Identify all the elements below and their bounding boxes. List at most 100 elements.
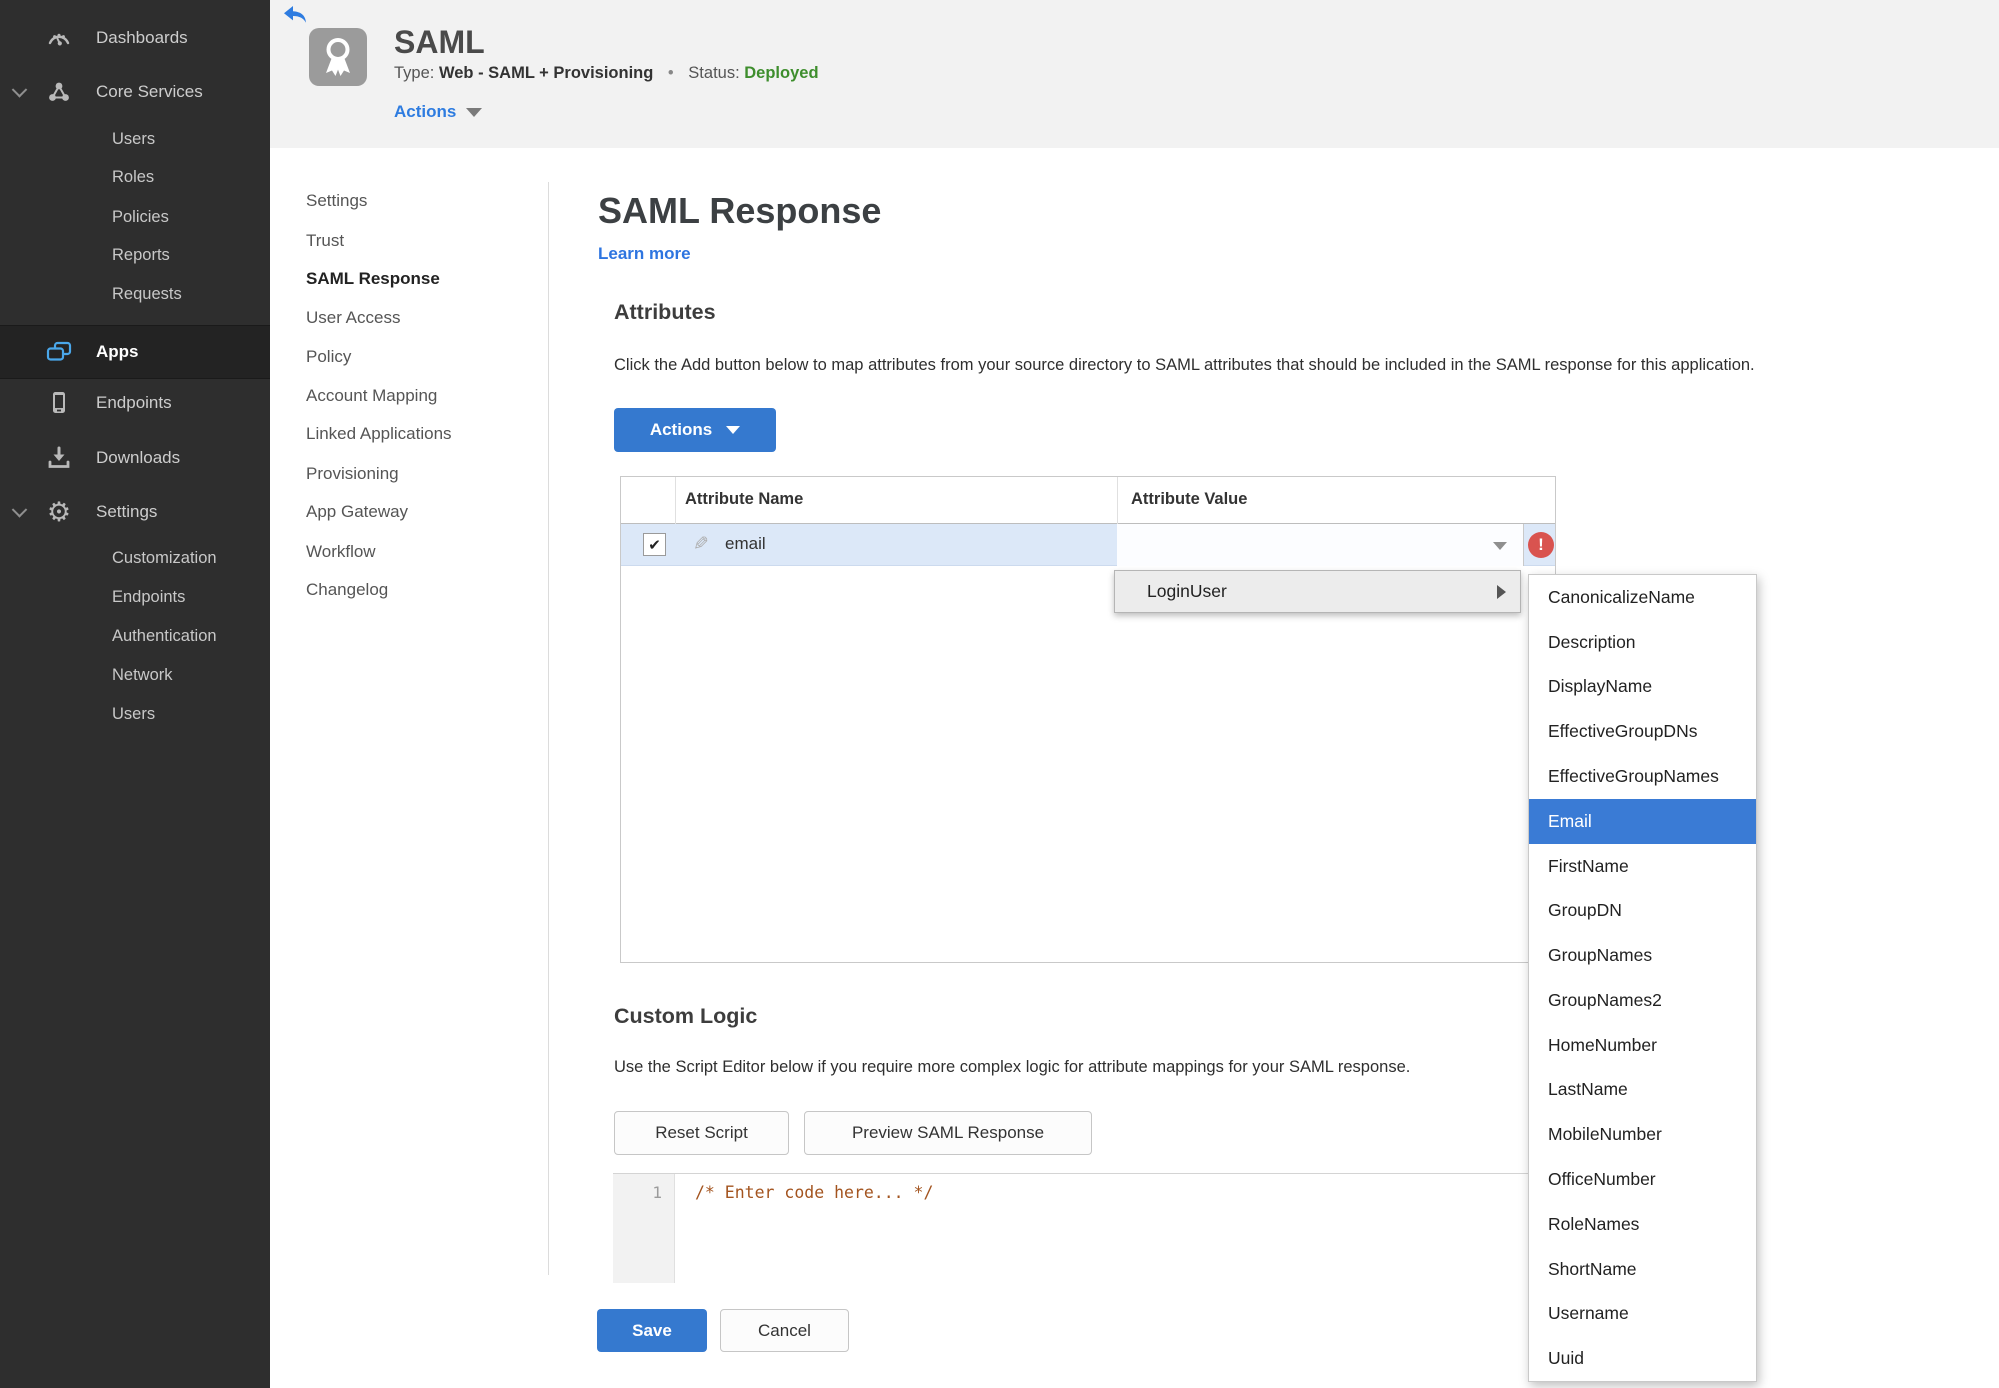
subnav-item-linked-applications[interactable]: Linked Applications xyxy=(306,424,452,450)
subnav-item-policy[interactable]: Policy xyxy=(306,347,351,373)
menu-item-label: LoginUser xyxy=(1147,581,1227,601)
sidebar-item-downloads[interactable]: Downloads xyxy=(0,434,270,482)
submenu-item-shortname[interactable]: ShortName xyxy=(1529,1247,1756,1292)
sidebar-item-label: Downloads xyxy=(96,448,181,467)
learn-more-link[interactable]: Learn more xyxy=(598,244,691,264)
sidebar-item-label: Roles xyxy=(112,167,155,186)
submenu-item-groupnames2[interactable]: GroupNames2 xyxy=(1529,978,1756,1023)
sidebar-item-apps[interactable]: Apps xyxy=(0,325,270,379)
reset-script-button[interactable]: Reset Script xyxy=(614,1111,789,1155)
sidebar-item-core-services[interactable]: Core Services xyxy=(0,68,270,116)
page-title: SAML Response xyxy=(598,190,882,231)
saml-app-icon xyxy=(309,28,367,86)
table-header-row: Attribute Name Attribute Value xyxy=(621,477,1555,524)
editor-gutter: 1 xyxy=(613,1174,675,1283)
subnav-divider xyxy=(548,182,549,1275)
error-icon: ! xyxy=(1528,532,1554,558)
custom-logic-description: Use the Script Editor below if you requi… xyxy=(614,1058,1411,1076)
script-editor[interactable]: 1 /* Enter code here... */ xyxy=(613,1173,1556,1283)
sidebar-item-settings[interactable]: ⚙ Settings xyxy=(0,488,270,536)
submenu-item-homenumber[interactable]: HomeNumber xyxy=(1529,1023,1756,1068)
attributes-table: Attribute Name Attribute Value ✔ ✎ email… xyxy=(620,476,1556,963)
check-icon: ✔ xyxy=(648,536,661,554)
subnav-item-user-access[interactable]: User Access xyxy=(306,308,400,334)
back-arrow-icon[interactable] xyxy=(283,5,307,25)
actions-button-label: Actions xyxy=(649,420,713,439)
sidebar-item-label: Policies xyxy=(112,207,169,226)
submenu-item-firstname[interactable]: FirstName xyxy=(1529,844,1756,889)
dropdown-menu-loginuser[interactable]: LoginUser xyxy=(1114,570,1521,613)
submenu-item-rolenames[interactable]: RoleNames xyxy=(1529,1202,1756,1247)
status-value: Deployed xyxy=(744,64,819,82)
submenu-item-displayname[interactable]: DisplayName xyxy=(1529,665,1756,710)
download-icon xyxy=(44,443,74,473)
submenu-item-officenumber[interactable]: OfficeNumber xyxy=(1529,1157,1756,1202)
submenu-item-email-selected[interactable]: Email xyxy=(1529,798,1756,844)
sidebar-item-label: Apps xyxy=(96,342,139,361)
submenu-item-uuid[interactable]: Uuid xyxy=(1529,1336,1756,1381)
main-sidebar: Dashboards Core Services Users Roles Pol… xyxy=(0,0,270,1388)
sidebar-item-endpoints[interactable]: Endpoints xyxy=(0,379,270,427)
submenu-item-effectivegroupdns[interactable]: EffectiveGroupDNs xyxy=(1529,709,1756,754)
attribute-value-dropdown[interactable] xyxy=(1117,524,1524,566)
core-services-icon xyxy=(44,77,74,107)
sidebar-item-label: Core Services xyxy=(96,82,203,101)
submenu-item-canonicalizename[interactable]: CanonicalizeName xyxy=(1529,575,1756,620)
sidebar-item-settings-users[interactable]: Users xyxy=(0,695,270,733)
preview-saml-response-button[interactable]: Preview SAML Response xyxy=(804,1111,1092,1155)
sidebar-item-label: Dashboards xyxy=(96,28,188,47)
sidebar-item-requests[interactable]: Requests xyxy=(0,275,270,313)
subnav-item-trust[interactable]: Trust xyxy=(306,231,344,257)
submenu-item-description[interactable]: Description xyxy=(1529,620,1756,665)
submenu-item-effectivegroupnames[interactable]: EffectiveGroupNames xyxy=(1529,754,1756,799)
app-title: SAML xyxy=(394,24,485,60)
sidebar-item-label: Users xyxy=(112,129,156,148)
sidebar-item-settings-endpoints[interactable]: Endpoints xyxy=(0,578,270,616)
submenu-item-mobilenumber[interactable]: MobileNumber xyxy=(1529,1112,1756,1157)
submenu-item-lastname[interactable]: LastName xyxy=(1529,1068,1756,1113)
table-row-email[interactable]: ✔ ✎ email ! xyxy=(621,524,1555,566)
sidebar-item-network[interactable]: Network xyxy=(0,656,270,694)
sidebar-item-users[interactable]: Users xyxy=(0,120,270,158)
editor-code-line[interactable]: /* Enter code here... */ xyxy=(695,1183,933,1202)
apps-icon xyxy=(44,337,74,367)
edit-pencil-icon[interactable]: ✎ xyxy=(693,533,709,556)
line-number: 1 xyxy=(652,1183,662,1202)
caret-down-icon xyxy=(726,426,741,434)
cancel-button[interactable]: Cancel xyxy=(720,1309,849,1352)
subnav-item-settings[interactable]: Settings xyxy=(306,191,367,217)
subnav-item-app-gateway[interactable]: App Gateway xyxy=(306,502,408,528)
sidebar-item-label: Reports xyxy=(112,245,170,264)
submenu-arrow-right-icon xyxy=(1497,584,1506,599)
chevron-down-icon xyxy=(11,502,28,518)
error-glyph: ! xyxy=(1538,535,1544,554)
sidebar-item-label: Endpoints xyxy=(96,393,172,412)
attributes-actions-button[interactable]: Actions xyxy=(614,408,776,452)
subnav-item-changelog[interactable]: Changelog xyxy=(306,580,388,606)
subnav-item-saml-response[interactable]: SAML Response xyxy=(306,269,440,295)
sidebar-item-label: Endpoints xyxy=(112,587,186,606)
save-button[interactable]: Save xyxy=(597,1309,707,1352)
mobile-device-icon xyxy=(44,388,74,418)
header-actions-menu[interactable]: Actions xyxy=(394,102,483,122)
sidebar-item-roles[interactable]: Roles xyxy=(0,158,270,196)
sidebar-item-policies[interactable]: Policies xyxy=(0,198,270,236)
separator-dot: • xyxy=(667,64,674,82)
submenu-item-groupdn[interactable]: GroupDN xyxy=(1529,888,1756,933)
subnav-item-provisioning[interactable]: Provisioning xyxy=(306,464,399,490)
subnav-item-workflow[interactable]: Workflow xyxy=(306,542,376,568)
sidebar-item-authentication[interactable]: Authentication xyxy=(0,617,270,655)
submenu-item-username[interactable]: Username xyxy=(1529,1292,1756,1337)
custom-logic-heading: Custom Logic xyxy=(614,1004,758,1028)
gear-icon: ⚙ xyxy=(46,496,72,527)
sidebar-item-dashboards[interactable]: Dashboards xyxy=(0,14,270,62)
sidebar-item-customization[interactable]: Customization xyxy=(0,539,270,577)
submenu-item-groupnames[interactable]: GroupNames xyxy=(1529,933,1756,978)
sidebar-item-reports[interactable]: Reports xyxy=(0,236,270,274)
attributes-heading: Attributes xyxy=(614,300,716,324)
sidebar-item-label: Users xyxy=(112,704,156,723)
status-label: Status: xyxy=(688,64,740,82)
row-checkbox[interactable]: ✔ xyxy=(643,533,666,556)
subnav-item-account-mapping[interactable]: Account Mapping xyxy=(306,386,437,412)
column-header-attribute-value: Attribute Value xyxy=(1131,490,1248,508)
